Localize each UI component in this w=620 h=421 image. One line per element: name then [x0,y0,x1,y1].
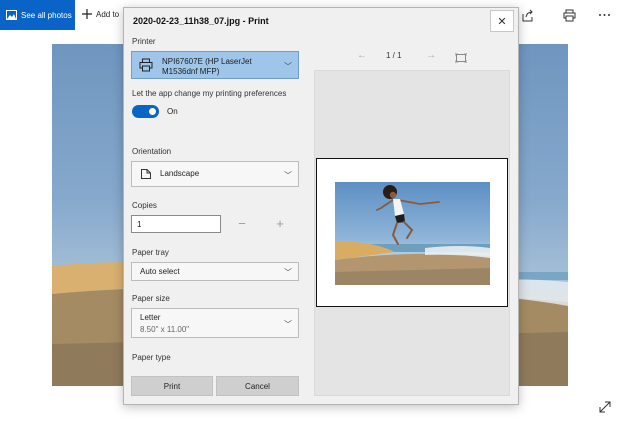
share-icon [522,9,533,21]
more-icon [598,14,610,16]
paper-tray-select[interactable]: Auto select ﹀ [131,262,299,281]
page-icon [141,169,151,179]
see-all-photos-button[interactable]: See all photos [0,0,75,30]
printer-select[interactable]: NPI67607E (HP LaserJet M1536dnf MFP) ﹀ [131,51,299,79]
chevron-down-icon: ﹀ [284,171,292,180]
plus-icon [82,9,92,19]
paper-type-label: Paper type [132,353,171,362]
chevron-down-icon: ﹀ [284,62,292,71]
share-button[interactable] [520,8,534,22]
expand-icon [599,401,611,413]
preview-page [316,158,508,307]
print-dialog: 2020-02-23_11h38_07.jpg - Print ✕ Printe… [123,7,519,405]
printer-name: NPI67607E (HP LaserJet M1536dnf MFP) [162,57,252,76]
close-button[interactable]: ✕ [490,10,514,32]
preview-photo [335,182,490,285]
copies-input[interactable]: 1 [131,215,221,233]
fit-page-icon [454,52,468,64]
paper-size-dimensions: 8.50" x 11.00" [140,325,190,334]
copies-increment-button[interactable]: + [272,216,288,232]
see-all-photos-label: See all photos [21,10,72,20]
add-to-button[interactable]: Add to [82,9,119,19]
next-page-button[interactable]: → [426,50,436,61]
fit-page-button[interactable] [454,50,468,64]
app-prefs-toggle[interactable] [132,105,159,118]
print-icon [563,9,575,21]
close-icon: ✕ [497,15,507,28]
toggle-knob [149,108,156,115]
printer-label: Printer [132,37,156,46]
more-button[interactable] [597,8,611,22]
print-button[interactable]: Print [131,376,213,396]
paper-size-value: Letter [140,313,161,322]
print-button[interactable] [562,8,576,22]
dialog-title: 2020-02-23_11h38_07.jpg - Print [133,16,269,26]
expand-button[interactable] [598,400,612,414]
orientation-select[interactable]: Landscape ﹀ [131,161,299,187]
add-to-label: Add to [96,9,120,19]
previous-page-button[interactable]: ← [357,50,367,61]
paper-tray-label: Paper tray [132,248,169,257]
orientation-value: Landscape [160,169,200,178]
photos-icon [6,10,17,20]
copies-decrement-button[interactable]: − [234,216,250,232]
printer-icon [139,58,153,72]
page-indicator: 1 / 1 [386,51,402,60]
paper-size-select[interactable]: Letter 8.50" x 11.00" ﹀ [131,308,299,338]
paper-size-label: Paper size [132,294,170,303]
copies-label: Copies [132,201,157,210]
app-prefs-label: Let the app change my printing preferenc… [132,89,287,98]
orientation-label: Orientation [132,147,172,156]
chevron-down-icon: ﹀ [284,320,292,329]
chevron-down-icon: ﹀ [284,268,292,277]
cancel-button[interactable]: Cancel [216,376,299,396]
paper-tray-value: Auto select [140,267,180,276]
app-prefs-state: On [167,107,178,116]
